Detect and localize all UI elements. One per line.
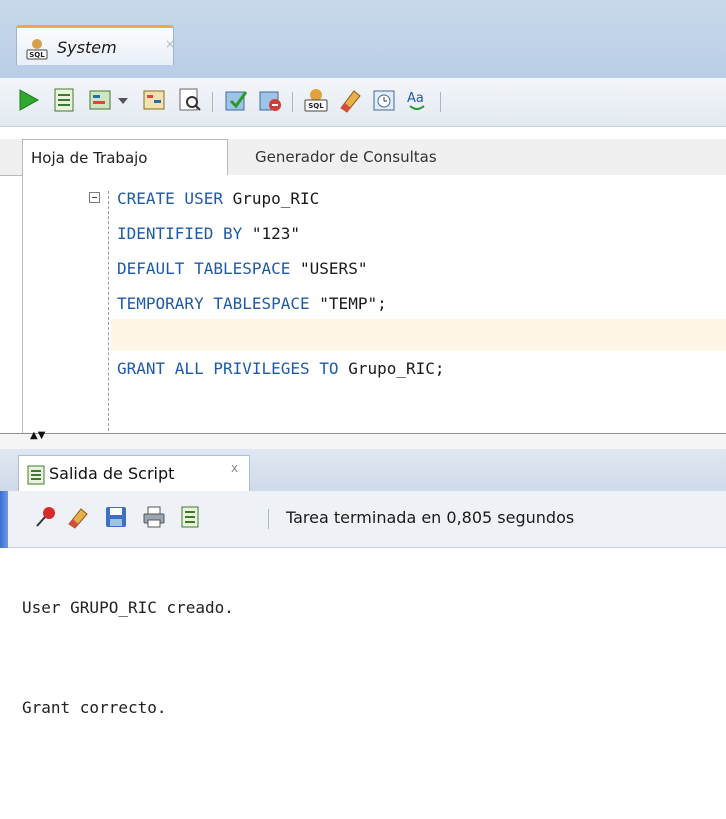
- commit-icon[interactable]: [222, 86, 250, 116]
- save-icon[interactable]: [104, 505, 128, 529]
- svg-text:Aa: Aa: [407, 91, 424, 106]
- current-line-highlight: [111, 319, 726, 351]
- splitter-arrows-icon[interactable]: ▲▼: [30, 431, 45, 441]
- script-output-area[interactable]: User GRUPO_RIC creado. Grant correcto.: [0, 548, 726, 819]
- dropdown-arrow-icon[interactable]: [116, 86, 130, 116]
- svg-text:SQL: SQL: [308, 102, 324, 110]
- fold-guide: [108, 191, 109, 431]
- sql-text: "USERS": [290, 259, 368, 278]
- tab-title: System: [57, 38, 117, 57]
- script-output-icon: [25, 464, 47, 486]
- sql-editor[interactable]: CREATE USER Grupo_RIC IDENTIFIED BY "123…: [22, 175, 726, 433]
- code-line: GRANT ALL PRIVILEGES TO Grupo_RIC;: [117, 359, 445, 378]
- explain-plan-icon[interactable]: [86, 86, 114, 116]
- output-line: User GRUPO_RIC creado.: [22, 598, 234, 617]
- sql-connection-icon: SQL: [25, 38, 49, 60]
- rollback-icon[interactable]: [256, 86, 284, 116]
- change-case-icon[interactable]: Aa: [404, 86, 432, 116]
- tab-salida-de-script[interactable]: Salida de Script x: [18, 455, 250, 491]
- sql-worksheet-icon[interactable]: SQL: [302, 86, 330, 116]
- open-script-icon[interactable]: [178, 505, 202, 529]
- print-icon[interactable]: [142, 505, 166, 529]
- clear-icon[interactable]: [336, 86, 364, 116]
- worksheet-tabs: Hoja de Trabajo Generador de Consultas: [0, 139, 726, 176]
- clear-output-icon[interactable]: [66, 505, 90, 529]
- code-line: IDENTIFIED BY "123": [117, 224, 300, 243]
- output-tab-bar: Salida de Script x: [0, 449, 726, 492]
- output-tab-label: Salida de Script: [49, 464, 175, 483]
- toolbar-separator: [268, 509, 269, 529]
- document-tab-strip: SQL System ×: [0, 0, 726, 79]
- task-status-text: Tarea terminada en 0,805 segundos: [286, 508, 575, 527]
- output-line: Grant correcto.: [22, 698, 167, 717]
- code-line: CREATE USER Grupo_RIC: [117, 189, 319, 208]
- sql-keyword: TEMPORARY TABLESPACE: [117, 294, 310, 313]
- fold-toggle-icon[interactable]: [89, 192, 100, 203]
- svg-text:SQL: SQL: [29, 51, 45, 59]
- sql-keyword: DEFAULT TABLESPACE: [117, 259, 291, 278]
- sql-keyword: CREATE USER: [117, 189, 223, 208]
- code-line: TEMPORARY TABLESPACE "TEMP";: [117, 294, 387, 313]
- history-icon[interactable]: [370, 86, 398, 116]
- toolbar-separator: [212, 92, 213, 112]
- run-statement-icon[interactable]: [14, 86, 42, 116]
- sql-tuning-icon[interactable]: [176, 86, 204, 116]
- sql-text: Grupo_RIC: [222, 189, 320, 208]
- close-output-tab-icon[interactable]: x: [231, 461, 238, 475]
- toolbar-separator: [292, 92, 293, 112]
- tab-hoja-de-trabajo[interactable]: Hoja de Trabajo: [22, 139, 228, 175]
- sql-keyword: IDENTIFIED BY: [117, 224, 243, 243]
- code-line: DEFAULT TABLESPACE "USERS": [117, 259, 367, 278]
- sql-developer-window: SQL System × SQL Aa Hoja de Trabajo Gene…: [0, 0, 726, 819]
- worksheet-toolbar: SQL Aa: [0, 78, 726, 127]
- sql-text: "TEMP";: [309, 294, 387, 313]
- tab-generador-de-consultas[interactable]: Generador de Consultas: [255, 139, 437, 175]
- tab-system[interactable]: SQL System ×: [16, 25, 175, 65]
- sql-text: "123": [242, 224, 301, 243]
- close-tab-icon[interactable]: ×: [165, 37, 175, 51]
- sql-text: Grupo_RIC;: [338, 359, 445, 378]
- run-script-icon[interactable]: [50, 86, 78, 116]
- output-toolbar: Tarea terminada en 0,805 segundos: [0, 491, 726, 548]
- toolbar-separator: [440, 92, 441, 112]
- sql-keyword: GRANT ALL PRIVILEGES TO: [117, 359, 339, 378]
- autotrace-icon[interactable]: [140, 86, 168, 116]
- pin-icon[interactable]: [34, 505, 58, 529]
